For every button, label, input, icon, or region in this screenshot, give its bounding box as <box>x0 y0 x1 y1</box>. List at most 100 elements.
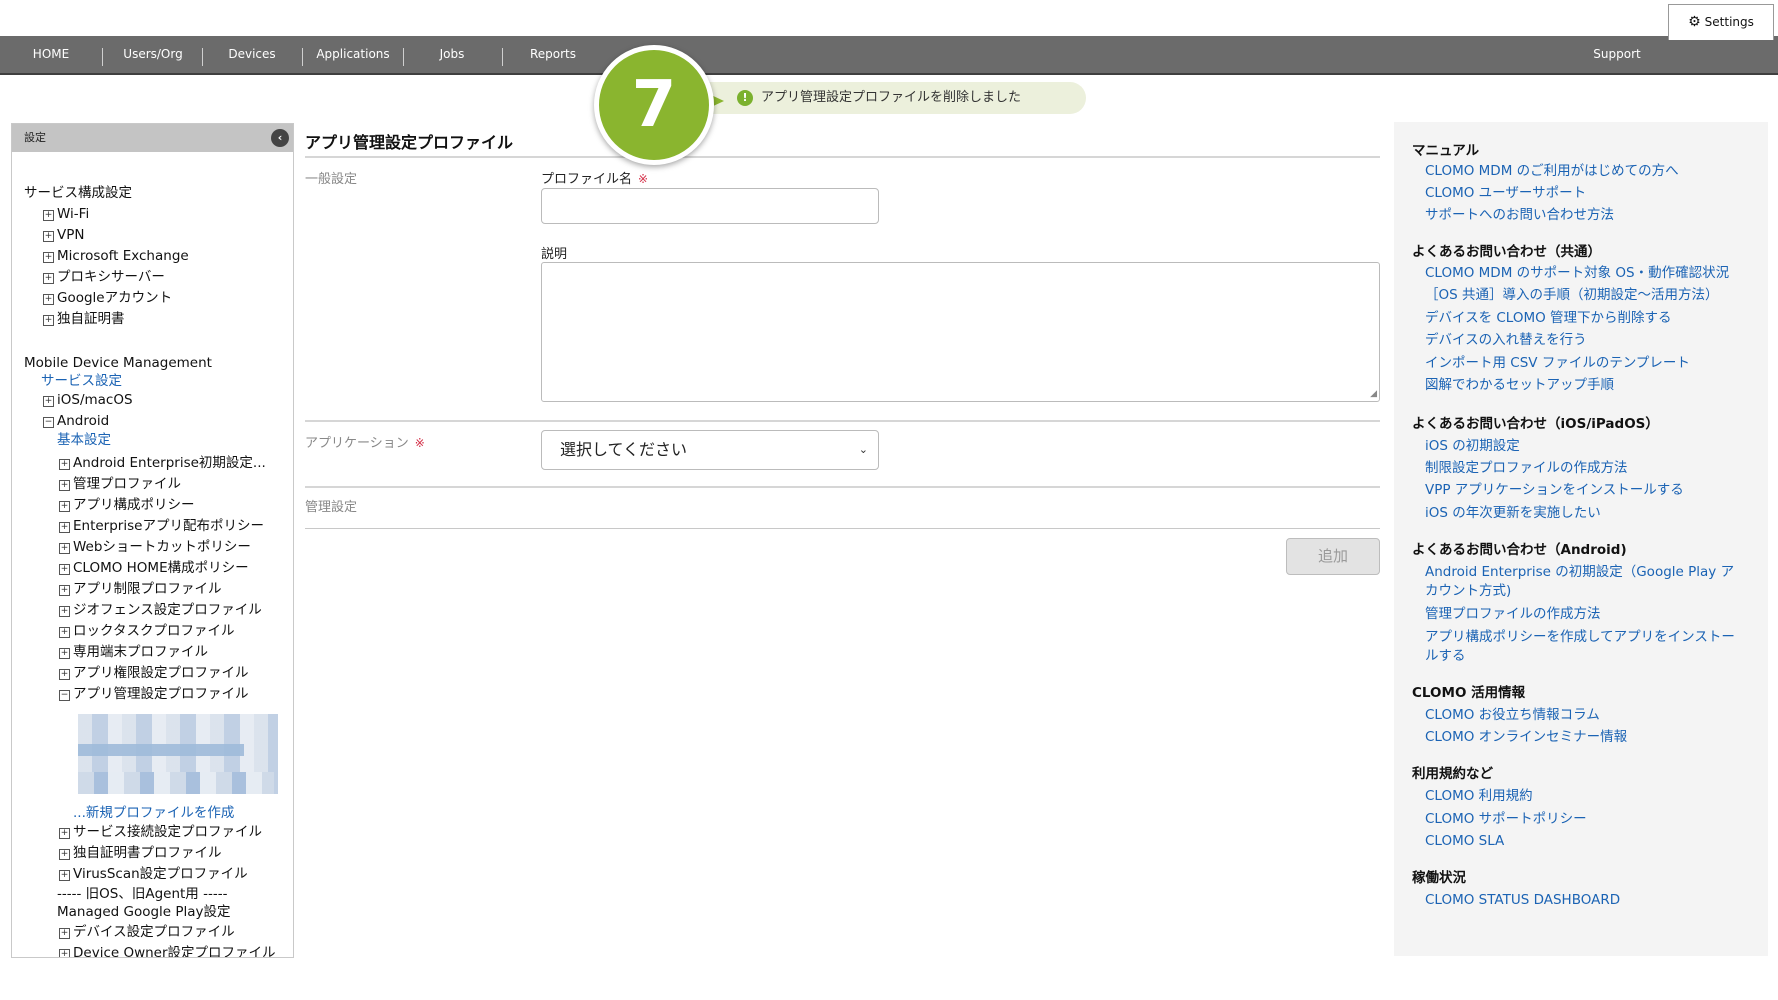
help-link[interactable]: CLOMO MDM のご利用がはじめての方へ <box>1425 162 1679 181</box>
profile-name-input[interactable] <box>541 188 879 224</box>
expand-icon[interactable]: + <box>43 294 54 305</box>
divider <box>305 420 1380 422</box>
help-link[interactable]: CLOMO MDM のサポート対象 OS・動作確認状況 <box>1425 264 1729 283</box>
description-textarea[interactable]: ◢ <box>541 262 1380 402</box>
help-link[interactable]: VPP アプリケーションをインストールする <box>1425 481 1684 500</box>
tree-item-wifi[interactable]: + Wi-Fi <box>43 205 89 223</box>
nav-users-org[interactable]: Users/Org <box>112 36 194 73</box>
expand-icon[interactable]: + <box>59 585 70 596</box>
nav-separator <box>202 48 203 66</box>
nav-jobs[interactable]: Jobs <box>420 36 484 73</box>
help-link[interactable]: CLOMO お役立ち情報コラム <box>1425 706 1600 725</box>
help-link[interactable]: CLOMO STATUS DASHBOARD <box>1425 891 1620 910</box>
tree-item-cert-profile[interactable]: + 独自証明書プロファイル <box>59 844 222 862</box>
help-heading: 稼働状況 <box>1412 870 1466 886</box>
help-link[interactable]: デバイスを CLOMO 管理下から削除する <box>1425 309 1672 328</box>
expand-icon[interactable]: + <box>59 648 70 659</box>
tree-item-service-connection[interactable]: + サービス接続設定プロファイル <box>59 823 262 841</box>
nav-applications[interactable]: Applications <box>308 36 398 73</box>
tree-item-app-permission[interactable]: + アプリ権限設定プロファイル <box>59 664 249 682</box>
expand-icon[interactable]: + <box>59 828 70 839</box>
tree-item-exchange[interactable]: + Microsoft Exchange <box>43 247 189 265</box>
expand-icon[interactable]: + <box>59 606 70 617</box>
help-heading: よくあるお問い合わせ（iOS/iPadOS） <box>1412 416 1659 432</box>
help-link[interactable]: iOS の初期設定 <box>1425 437 1520 456</box>
nav-separator <box>502 48 503 66</box>
tree-item-virusscan[interactable]: + VirusScan設定プロファイル <box>59 865 248 883</box>
help-link[interactable]: CLOMO サポートポリシー <box>1425 810 1587 829</box>
tree-item-geofence[interactable]: + ジオフェンス設定プロファイル <box>59 601 262 619</box>
nav-home[interactable]: HOME <box>22 36 80 73</box>
expand-icon[interactable]: + <box>59 522 70 533</box>
expand-icon[interactable]: + <box>43 315 54 326</box>
nav-settings-tab[interactable]: ⚙ Settings <box>1668 4 1774 40</box>
expand-icon[interactable]: + <box>59 849 70 860</box>
collapse-sidebar-icon[interactable]: ‹ <box>271 129 289 147</box>
tree-item-device-settings[interactable]: + デバイス設定プロファイル <box>59 923 235 941</box>
nav-settings-label: Settings <box>1704 15 1754 29</box>
tree-item-certificate[interactable]: + 独自証明書 <box>43 310 125 328</box>
help-link[interactable]: Android Enterprise の初期設定（Google Play ア <box>1425 563 1734 582</box>
nav-support[interactable]: Support <box>1582 36 1652 73</box>
help-link[interactable]: インポート用 CSV ファイルのテンプレート <box>1425 354 1690 373</box>
help-link[interactable]: 管理プロファイルの作成方法 <box>1425 605 1601 624</box>
tree-item-dedicated-device[interactable]: + 専用端末プロファイル <box>59 643 208 661</box>
help-link[interactable]: CLOMO オンラインセミナー情報 <box>1425 728 1627 747</box>
tree-item-ios[interactable]: + iOS/macOS <box>43 391 133 409</box>
expand-icon[interactable]: + <box>59 928 70 939</box>
expand-icon[interactable]: + <box>43 252 54 263</box>
expand-icon[interactable]: + <box>43 273 54 284</box>
tree-item-managed-profile[interactable]: + 管理プロファイル <box>59 475 181 493</box>
expand-icon[interactable]: + <box>59 459 70 470</box>
settings-sidebar: 設定 ‹ サービス構成設定 + Wi-Fi + VPN + Microsoft Exc… <box>11 123 294 958</box>
expand-icon[interactable]: + <box>43 210 54 221</box>
expand-icon[interactable]: + <box>59 564 70 575</box>
expand-icon[interactable]: + <box>59 627 70 638</box>
tree-service-settings-link[interactable]: サービス設定 <box>41 372 122 390</box>
expand-icon[interactable]: + <box>59 870 70 881</box>
tree-item-device-owner[interactable]: + Device Owner設定プロファイル <box>59 944 276 957</box>
tree-item-lock-task[interactable]: + ロックタスクプロファイル <box>59 622 234 640</box>
help-link[interactable]: 図解でわかるセットアップ手順 <box>1425 376 1614 395</box>
expand-icon[interactable]: + <box>59 669 70 680</box>
expand-icon[interactable]: + <box>59 543 70 554</box>
expand-icon[interactable]: + <box>59 949 70 957</box>
help-link[interactable]: CLOMO 利用規約 <box>1425 787 1533 806</box>
help-link[interactable]: アプリ構成ポリシーを作成してアプリをインストー <box>1425 628 1735 647</box>
expand-icon[interactable]: + <box>59 480 70 491</box>
collapse-icon[interactable]: − <box>59 690 70 701</box>
help-link[interactable]: CLOMO ユーザーサポート <box>1425 184 1586 203</box>
tree-item-android-enterprise[interactable]: + Android Enterprise初期設定... <box>59 454 266 472</box>
tree-item-app-restriction[interactable]: + アプリ制限プロファイル <box>59 580 222 598</box>
resize-handle-icon[interactable]: ◢ <box>1370 389 1377 399</box>
section-general: 一般設定 <box>305 172 358 187</box>
tree-item-google-account[interactable]: + Googleアカウント <box>43 289 172 307</box>
expand-icon[interactable]: + <box>43 231 54 242</box>
tree-item-web-shortcut-policy[interactable]: + Webショートカットポリシー <box>59 538 251 556</box>
tree-item-enterprise-app-policy[interactable]: + Enterpriseアプリ配布ポリシー <box>59 517 264 535</box>
application-select[interactable]: 選択してください ⌄ <box>541 430 879 470</box>
help-link[interactable]: ルする <box>1425 647 1466 666</box>
help-link[interactable]: iOS の年次更新を実施したい <box>1425 504 1601 523</box>
tree-basic-settings-link[interactable]: 基本設定 <box>57 431 111 449</box>
tree-item-clomo-home-policy[interactable]: + CLOMO HOME構成ポリシー <box>59 559 249 577</box>
expand-icon[interactable]: + <box>43 396 54 407</box>
add-button[interactable]: 追加 <box>1286 538 1380 575</box>
tree-item-proxy[interactable]: + プロキシサーバー <box>43 268 165 286</box>
help-link[interactable]: 制限設定プロファイルの作成方法 <box>1425 459 1628 478</box>
nav-reports[interactable]: Reports <box>516 36 590 73</box>
tree-item-android[interactable]: − Android <box>43 412 109 430</box>
help-link[interactable]: カウント方式) <box>1425 582 1511 601</box>
tree-new-profile-link[interactable]: ...新規プロファイルを作成 <box>73 804 234 822</box>
tree-item-vpn[interactable]: + VPN <box>43 226 84 244</box>
collapse-icon[interactable]: − <box>43 417 54 428</box>
expand-icon[interactable]: + <box>59 501 70 512</box>
tree-item-app-management[interactable]: − アプリ管理設定プロファイル <box>59 685 249 703</box>
help-link[interactable]: サポートへのお問い合わせ方法 <box>1425 206 1614 225</box>
application-label: アプリケーション ※ <box>305 436 425 451</box>
help-link[interactable]: CLOMO SLA <box>1425 832 1504 851</box>
help-link[interactable]: ［OS 共通］導入の手順（初期設定～活用方法） <box>1425 286 1719 305</box>
help-link[interactable]: デバイスの入れ替えを行う <box>1425 331 1587 350</box>
tree-item-app-config-policy[interactable]: + アプリ構成ポリシー <box>59 496 195 514</box>
nav-devices[interactable]: Devices <box>214 36 290 73</box>
